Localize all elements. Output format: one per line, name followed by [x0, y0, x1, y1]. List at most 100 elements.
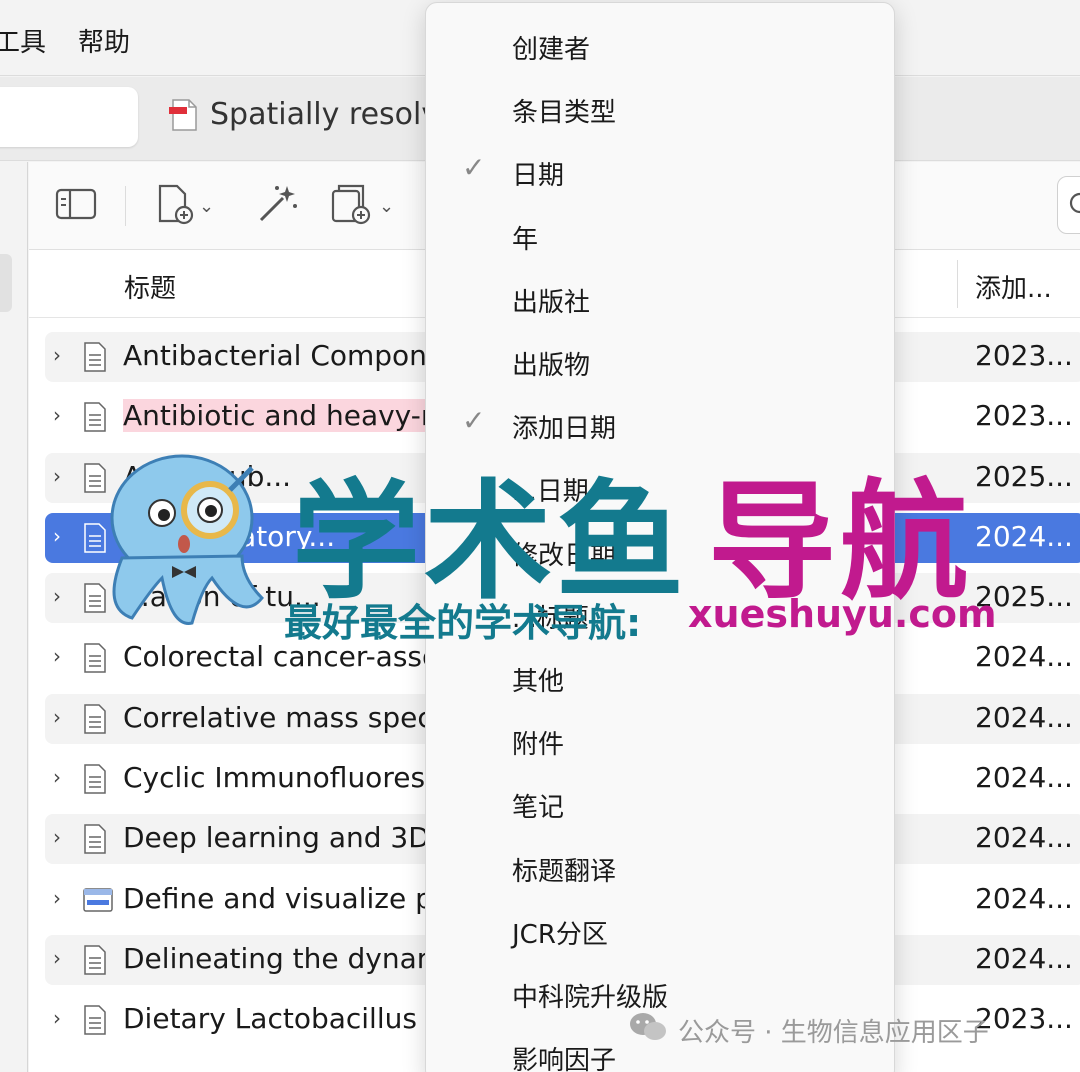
document-icon	[83, 945, 107, 975]
search-icon	[1068, 191, 1080, 223]
column-date-added[interactable]: 添加...	[975, 268, 1052, 305]
tab-library[interactable]	[0, 87, 138, 147]
item-title: Deep learning and 3D-	[123, 821, 433, 855]
document-icon	[83, 643, 107, 674]
menu-item-label: 中科院升级版	[512, 983, 669, 1013]
item-date-added: 2024...	[975, 640, 1073, 674]
item-date-added: 2023...	[975, 339, 1073, 372]
chevron-right-icon[interactable]: ›	[53, 1006, 61, 1030]
item-date-added: 2024...	[975, 700, 1073, 734]
menu-item-label: 年	[512, 224, 539, 255]
toolbar-divider	[125, 186, 126, 226]
document-icon	[83, 583, 107, 613]
wechat-icon	[628, 1010, 668, 1051]
document-icon	[83, 1005, 107, 1036]
item-title: Cyclic Immunofluoresc	[123, 761, 433, 795]
menu-item-label: 条目类型	[512, 98, 617, 129]
menu-item-column[interactable]: ✓ 添加日期	[426, 398, 894, 448]
menu-tools[interactable]: 工具	[0, 22, 46, 59]
item-title: Dietary Lactobacillus c	[123, 1002, 433, 1036]
add-by-identifier-button[interactable]	[255, 184, 299, 228]
item-title: Colorectal cancer-asso	[123, 640, 433, 674]
search-input[interactable]	[1057, 176, 1080, 234]
menu-item-label: ...日期	[512, 477, 589, 508]
collections-sidebar[interactable]	[0, 162, 28, 1072]
column-divider[interactable]	[957, 260, 958, 308]
menu-item-label: JCR分区	[512, 919, 608, 950]
webpage-icon	[83, 885, 113, 915]
new-item-icon	[157, 183, 195, 229]
chevron-right-icon[interactable]: ›	[53, 464, 61, 488]
menu-item-column[interactable]: ✓ 日期	[426, 145, 894, 195]
chevron-right-icon[interactable]: ›	[53, 343, 61, 367]
menu-item-label: 出版社	[512, 287, 591, 318]
chevron-right-icon[interactable]: ›	[53, 946, 61, 970]
chevron-right-icon[interactable]: ›	[53, 403, 61, 427]
new-item-button[interactable]: ⌄	[157, 184, 214, 228]
document-icon	[83, 402, 107, 433]
menu-item-column[interactable]: 修改日期	[426, 525, 894, 575]
menu-item-label: 笔记	[512, 793, 565, 824]
item-title: Define and visualize pa	[123, 881, 433, 915]
chevron-right-icon[interactable]: ›	[53, 644, 61, 668]
menu-item-column[interactable]: 出版社	[426, 272, 894, 322]
menu-item-label: 附件	[512, 730, 565, 761]
menu-item-column[interactable]: JCR分区	[426, 904, 894, 954]
chevron-right-icon[interactable]: ›	[53, 524, 61, 548]
menu-item-column[interactable]: 附件	[426, 714, 894, 764]
chevron-right-icon[interactable]: ›	[53, 705, 61, 729]
item-date-added: 2024...	[975, 881, 1073, 915]
item-date-added: 2023...	[975, 399, 1073, 433]
menu-item-column[interactable]: 创建者	[426, 19, 894, 69]
item-title: ...flammatory...	[123, 519, 336, 553]
chevron-right-icon[interactable]: ›	[53, 886, 61, 910]
menu-item-column[interactable]: 条目类型	[426, 82, 894, 132]
menu-item-column[interactable]: 标题翻译	[426, 841, 894, 891]
item-title: Correlative mass spect	[123, 700, 433, 734]
item-title: Delineating the dynam	[123, 941, 433, 975]
checkmark-icon: ✓	[462, 151, 486, 185]
menu-item-label: 创建者	[512, 35, 591, 65]
menu-item-label: 标题翻译	[512, 856, 617, 887]
sidebar-selected-item[interactable]	[0, 254, 12, 312]
menu-item-label: 其他	[512, 667, 565, 697]
checkmark-icon: ✓	[462, 404, 486, 438]
chevron-down-icon: ⌄	[379, 195, 395, 217]
menu-item-label: ...标题	[512, 603, 589, 634]
item-date-added: 2024...	[975, 519, 1073, 553]
menu-item-column[interactable]: 其他	[426, 651, 894, 701]
item-date-added: 2023...	[975, 1002, 1073, 1036]
menu-help[interactable]: 帮助	[78, 22, 130, 59]
document-icon	[83, 342, 107, 372]
chevron-right-icon[interactable]: ›	[53, 765, 61, 789]
item-title: ...ation of tu...	[123, 580, 321, 614]
menu-item-column[interactable]: 年	[426, 209, 894, 259]
chevron-right-icon[interactable]: ›	[53, 584, 61, 608]
item-title: Antibiotic and heavy-m	[123, 399, 433, 433]
document-icon	[83, 764, 107, 794]
item-title: Antibacterial Compone	[123, 339, 433, 372]
tab-document[interactable]: Spatially resolve	[168, 97, 458, 132]
add-attachment-button[interactable]: ⌄	[329, 184, 394, 228]
menu-item-label: 出版物	[512, 351, 591, 381]
menu-item-column[interactable]: ...日期	[426, 461, 894, 511]
item-date-added: 2025...	[975, 580, 1073, 614]
menu-item-label: 影响因子	[512, 1046, 617, 1072]
add-attachment-icon	[329, 183, 375, 229]
item-title: Anti... sub...	[123, 459, 292, 493]
pdf-icon	[168, 98, 200, 132]
document-icon	[83, 523, 107, 553]
toggle-pane-button[interactable]	[55, 184, 97, 228]
item-date-added: 2024...	[975, 821, 1073, 855]
item-date-added: 2024...	[975, 941, 1073, 975]
document-icon	[83, 824, 107, 855]
wechat-footer-text: 公众号 · 生物信息应用区子	[678, 1018, 989, 1048]
wechat-footer: 公众号 · 生物信息应用区子	[628, 1010, 989, 1051]
menu-item-label: 添加日期	[512, 414, 617, 445]
menu-item-column[interactable]: 笔记	[426, 777, 894, 827]
column-title[interactable]: 标题	[124, 268, 176, 305]
menu-item-column[interactable]: 出版物	[426, 335, 894, 385]
pane-toggle-icon	[55, 187, 97, 225]
chevron-right-icon[interactable]: ›	[53, 825, 61, 849]
menu-item-column[interactable]: ...标题	[426, 588, 894, 638]
